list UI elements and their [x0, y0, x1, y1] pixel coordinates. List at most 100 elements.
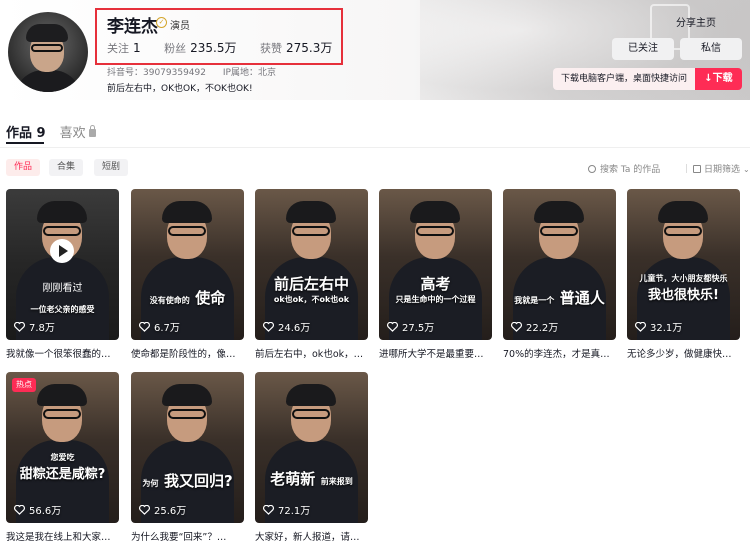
date-filter-label: 日期筛选 — [704, 165, 741, 175]
fans-count[interactable]: 235.5万 — [190, 41, 236, 55]
video-thumbnail[interactable]: 高考 只是生命中的一个过程 27.5万 — [379, 189, 492, 340]
video-thumbnail[interactable]: 我就是一个 普通人 22.2万 — [503, 189, 616, 340]
corner-logo-mark — [342, 378, 362, 404]
video-caption-small: ok也ok，不ok也ok — [273, 295, 350, 304]
corner-logo-mark — [218, 195, 238, 221]
video-thumbnail[interactable]: 儿童节，大小朋友都快乐 我也很快乐! 32.1万 — [627, 189, 740, 340]
profile-meta: 抖音号：39079359492 IP属地：北京 — [107, 65, 290, 78]
video-title[interactable]: 无论多少岁，做健康快… — [627, 346, 740, 360]
like-count-value: 32.1万 — [650, 323, 683, 334]
like-count: 56.6万 — [14, 502, 61, 517]
heart-icon — [387, 322, 398, 332]
video-title[interactable]: 前后左右中，ok也ok，… — [255, 346, 368, 360]
heart-icon — [263, 322, 274, 332]
like-count-value: 56.6万 — [29, 506, 62, 517]
video-thumbnail[interactable]: 热点 您爱吃 甜粽还是咸粽? 56.6万 — [6, 372, 119, 523]
video-card[interactable]: 没有使命的 使命 6.7万 使命都是阶段性的，像… — [131, 189, 244, 360]
video-caption-big: 使命 — [195, 289, 226, 307]
tabs-divider — [0, 147, 750, 148]
video-title[interactable]: 使命都是阶段性的，像… — [131, 346, 244, 360]
heart-icon — [263, 505, 274, 515]
search-works[interactable]: 搜索 Ta 的作品 — [588, 162, 660, 175]
profile-role: 演员 — [170, 21, 190, 32]
tab-likes[interactable]: 喜欢 — [60, 122, 96, 141]
video-caption-big: 普通人 — [559, 289, 605, 307]
like-count: 7.8万 — [14, 319, 55, 334]
like-count-value: 22.2万 — [526, 323, 559, 334]
heart-icon — [511, 322, 522, 332]
like-count: 24.6万 — [263, 319, 310, 334]
like-count-value: 25.6万 — [154, 506, 187, 517]
douyin-id: 抖音号：39079359492 — [107, 68, 206, 78]
video-card[interactable]: 高考 只是生命中的一个过程 27.5万 进哪所大学不是最重要… — [379, 189, 492, 360]
profile-bio: 前后左右中，OK也OK，不OK也OK! — [107, 84, 253, 94]
corner-logo-mark — [590, 195, 610, 221]
message-button[interactable]: 私信 — [680, 38, 742, 60]
video-title[interactable]: 为什么我要“回来”？… — [131, 529, 244, 543]
tab-works[interactable]: 作品 9 — [6, 122, 46, 141]
fans-label: 粉丝 — [164, 42, 187, 55]
video-title[interactable]: 我这是我在线上和大家过… — [6, 529, 119, 543]
profile-stats: 关注 1 粉丝 235.5万 获赞 275.3万 — [107, 39, 352, 56]
recently-watched-label: 刚刚看过 — [42, 283, 83, 294]
video-thumbnail[interactable]: 前后左右中 ok也ok，不ok也ok 24.6万 — [255, 189, 368, 340]
chip-collections[interactable]: 合集 — [49, 159, 84, 176]
like-count: 27.5万 — [387, 319, 434, 334]
video-caption-big: 前后左右中 — [273, 275, 349, 293]
search-icon — [588, 165, 596, 173]
date-filter[interactable]: 日期筛选 ⌄ — [680, 162, 750, 175]
video-card[interactable]: 前后左右中 ok也ok，不ok也ok 24.6万 前后左右中，ok也ok，… — [255, 189, 368, 360]
profile-name: 李连杰 — [107, 17, 158, 37]
video-card[interactable]: 为何 我又回归? 25.6万 为什么我要“回来”？… — [131, 372, 244, 543]
play-icon[interactable] — [50, 239, 74, 263]
likes-label: 获赞 — [260, 42, 282, 55]
video-card[interactable]: 热点 您爱吃 甜粽还是咸粽? 56.6万 我这是我在线上和大家过… — [6, 372, 119, 543]
video-thumbnail[interactable]: 没有使命的 使命 6.7万 — [131, 189, 244, 340]
share-profile-link[interactable]: 分享主页 — [676, 14, 716, 29]
ip-location: IP属地：北京 — [222, 68, 276, 78]
verified-badge-icon: ✓ — [156, 17, 167, 28]
video-title[interactable]: 大家好，新人报道，请… — [255, 529, 368, 543]
like-count: 25.6万 — [139, 502, 186, 517]
like-count: 22.2万 — [511, 319, 558, 334]
like-count-value: 72.1万 — [278, 506, 311, 517]
video-thumbnail[interactable]: 老萌新 前来报到 72.1万 — [255, 372, 368, 523]
like-count: 32.1万 — [635, 319, 682, 334]
avatar[interactable] — [8, 12, 88, 92]
chevron-down-icon: ⌄ — [743, 165, 750, 174]
heart-icon — [14, 322, 25, 332]
profile-tabs: 作品 9 喜欢 — [6, 122, 110, 142]
video-thumbnail[interactable]: 为何 我又回归? 25.6万 — [131, 372, 244, 523]
video-caption-small: 儿童节，大小朋友都快乐 — [639, 274, 728, 283]
heart-icon — [139, 322, 150, 332]
video-caption-small: 前来报到 — [320, 477, 353, 486]
video-card[interactable]: 我就是一个 普通人 22.2万 70%的李连杰，才是真… — [503, 189, 616, 360]
download-client-tip[interactable]: 下载电脑客户端，桌面快捷访问 — [553, 68, 695, 90]
video-card[interactable]: 儿童节，大小朋友都快乐 我也很快乐! 32.1万 无论多少岁，做健康快… — [627, 189, 740, 360]
video-caption-small: 为何 — [142, 479, 159, 488]
chip-short-dramas[interactable]: 短剧 — [94, 159, 129, 176]
video-caption-small: 没有使命的 — [149, 296, 190, 305]
following-count[interactable]: 1 — [133, 41, 141, 55]
video-title[interactable]: 进哪所大学不是最重要… — [379, 346, 492, 360]
video-caption-big: 高考 — [420, 275, 451, 293]
like-count-value: 6.7万 — [154, 323, 180, 334]
video-thumbnail[interactable]: 刚刚看过 一位老父亲的感受 7.8万 — [6, 189, 119, 340]
search-works-label: 搜索 Ta 的作品 — [600, 165, 661, 175]
calendar-icon — [693, 165, 701, 173]
followed-button[interactable]: 已关注 — [612, 38, 674, 60]
heart-icon — [635, 322, 646, 332]
corner-logo-mark — [218, 378, 238, 404]
following-label: 关注 — [107, 42, 129, 55]
video-title[interactable]: 我就像一个很笨很蠢的… — [6, 346, 119, 360]
like-count-value: 7.8万 — [29, 323, 55, 334]
download-button[interactable]: ↓下载 — [695, 68, 742, 90]
chip-works[interactable]: 作品 — [6, 159, 41, 176]
video-card[interactable]: 老萌新 前来报到 72.1万 大家好，新人报道，请… — [255, 372, 368, 543]
like-count: 6.7万 — [139, 319, 180, 334]
video-caption-big: 我又回归? — [163, 472, 233, 490]
video-title[interactable]: 70%的李连杰，才是真… — [503, 346, 616, 360]
video-caption-big: 老萌新 — [270, 470, 316, 488]
video-caption-big: 甜粽还是咸粽? — [19, 467, 106, 482]
video-card[interactable]: 刚刚看过 一位老父亲的感受 7.8万 我就像一个很笨很蠢的… — [6, 189, 119, 360]
